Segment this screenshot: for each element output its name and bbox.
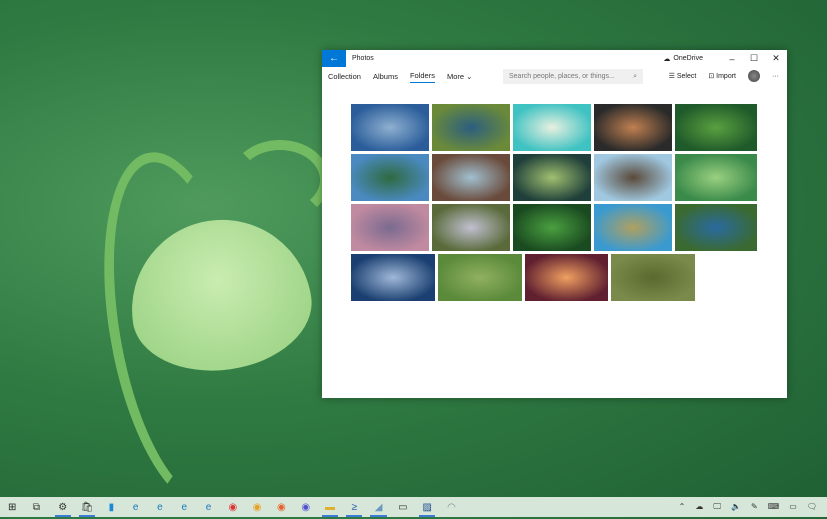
edge-dev-icon[interactable]: e [172, 497, 196, 517]
store-icon[interactable]: 🛍 [75, 497, 99, 517]
photo-thumbnail[interactable] [351, 204, 429, 251]
import-label: Import [716, 73, 736, 80]
photo-thumbnail[interactable] [513, 204, 591, 251]
back-button[interactable]: ← [322, 50, 346, 67]
phone-icon[interactable]: ▮ [99, 497, 123, 517]
settings-icon[interactable]: ⚙ [51, 497, 75, 517]
maximize-button[interactable]: ☐ [743, 53, 765, 64]
photo-thumbnail[interactable] [611, 254, 695, 301]
file-explorer-icon[interactable]: ▬ [318, 497, 342, 517]
photo-thumbnail[interactable] [675, 154, 757, 201]
chrome-icon[interactable]: ◉ [221, 497, 245, 517]
avatar[interactable] [748, 70, 760, 82]
powershell-icon[interactable]: ≥ [342, 497, 366, 517]
photo-thumbnail[interactable] [438, 254, 522, 301]
terminal-icon[interactable]: ▭ [391, 497, 415, 517]
system-tray: ⌃ ☁ 🖵 🔈 ✎ ⌨ ▭ 🗨 [679, 502, 827, 512]
photos-window: ← Photos ☁ OneDrive – ☐ ✕ Collection Albu… [322, 50, 787, 398]
show-hidden-icons[interactable]: ⌃ [679, 502, 686, 512]
photo-thumbnail[interactable] [432, 154, 510, 201]
firefox-nightly-icon[interactable]: ◉ [294, 497, 318, 517]
search-placeholder: Search people, places, or things... [509, 73, 615, 80]
photo-thumbnail[interactable] [432, 204, 510, 251]
onedrive-tray-icon[interactable]: ☁ [695, 502, 703, 512]
wallpaper-vine-curl [230, 140, 330, 220]
tab-more[interactable]: More ⌄ [447, 72, 472, 83]
cloud-icon: ☁ [663, 55, 671, 63]
network-icon[interactable]: 🖵 [713, 502, 721, 512]
start-icon[interactable]: ⊞ [0, 497, 24, 517]
photo-thumbnail[interactable] [351, 254, 435, 301]
app-title: Photos [352, 55, 374, 62]
volume-icon[interactable]: 🔈 [731, 502, 741, 512]
select-button[interactable]: ☰ Select [669, 72, 697, 80]
app-icon[interactable]: ◢ [366, 497, 390, 517]
select-label: Select [676, 73, 697, 80]
keyboard-icon[interactable]: ⌨ [768, 502, 780, 512]
search-input[interactable]: Search people, places, or things... ⌕ [503, 69, 643, 84]
photo-thumbnail[interactable] [432, 104, 510, 151]
photo-thumbnail[interactable] [594, 104, 672, 151]
minimize-button[interactable]: – [721, 54, 743, 64]
tab-collection[interactable]: Collection [328, 72, 361, 83]
onedrive-label: OneDrive [673, 55, 703, 62]
photo-thumbnail[interactable] [525, 254, 608, 301]
close-button[interactable]: ✕ [765, 53, 787, 64]
onedrive-button[interactable]: ☁ OneDrive [663, 55, 703, 63]
app2-icon[interactable]: ◠ [439, 497, 463, 517]
photo-thumbnail[interactable] [675, 204, 757, 251]
edge-icon[interactable]: e [123, 497, 147, 517]
photo-thumbnail[interactable] [513, 104, 591, 151]
taskbar: ⊞ ⧉ ⚙ 🛍 ▮ e e e e ◉ ◉ ◉ ◉ ▬ ≥ ◢ ▭ ▨ ◠ ⌃ ☁ 🖵 🔈 ✎ ⌨ ▭ 🗨 [0, 497, 827, 517]
task-view-icon[interactable]: ⧉ [24, 497, 48, 517]
photo-thumbnail[interactable] [513, 154, 591, 201]
edge-canary-icon[interactable]: e [196, 497, 220, 517]
pen-icon[interactable]: ✎ [751, 502, 758, 512]
photo-thumbnail[interactable] [351, 104, 429, 151]
more-options-button[interactable]: ··· [772, 73, 779, 80]
photo-thumbnail[interactable] [351, 154, 429, 201]
photos-icon[interactable]: ▨ [415, 497, 439, 517]
edge-beta-icon[interactable]: e [148, 497, 172, 517]
photo-thumbnail[interactable] [594, 204, 672, 251]
select-icon: ☰ [668, 73, 677, 80]
notifications-icon[interactable]: 🗨 [807, 502, 817, 512]
import-button[interactable]: ⊡ Import [708, 72, 736, 80]
display-icon[interactable]: ▭ [789, 502, 797, 512]
firefox-icon[interactable]: ◉ [269, 497, 293, 517]
chrome-canary-icon[interactable]: ◉ [245, 497, 269, 517]
photo-thumbnail[interactable] [675, 104, 757, 151]
tab-folders[interactable]: Folders [409, 71, 435, 83]
search-icon[interactable]: ⌕ [633, 73, 637, 81]
photo-thumbnail[interactable] [594, 154, 672, 201]
tab-albums[interactable]: Albums [373, 72, 398, 83]
import-icon: ⊡ [708, 73, 717, 80]
